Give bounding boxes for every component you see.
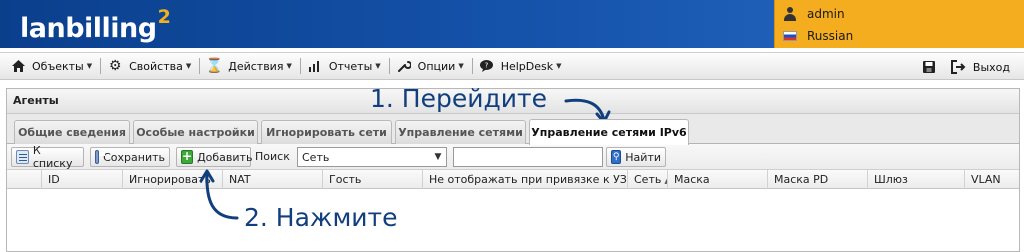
column-mask-pd[interactable]: Маска PD [767,170,867,189]
chevron-down-icon: ▼ [375,62,381,70]
language-label[interactable]: Russian [807,29,853,43]
find-label: Найти [625,150,661,164]
list-icon [16,150,29,164]
app-logo: lanbilling2 [20,6,171,44]
chat-bubble-icon: ? [479,58,495,74]
menu-separator [299,58,301,74]
column-network[interactable]: Сеть▲ [627,170,667,189]
column-network-label: Сеть [634,173,662,186]
search-field-value: Сеть [302,150,330,164]
user-icon [783,7,797,21]
logo-version: 2 [157,6,171,28]
menu-objects-label: Объекты [32,59,84,73]
tab-special-settings[interactable]: Особые настройки [133,120,258,144]
column-gateway[interactable]: Шлюз [867,170,964,189]
annotation-step2: 2. Нажмите [244,203,398,232]
search-icon: ⚲ [611,150,622,164]
plus-icon: + [181,149,194,164]
back-to-list-button[interactable]: К списку [11,144,84,170]
column-guest[interactable]: Гость [322,170,422,189]
main-menu: Объекты ▼ ⚙ Свойства ▼ ⌛ Действия ▼ Отчеты ▼… [0,52,1024,80]
grid-body [7,189,1019,249]
user-panel: admin Russian [774,0,1024,48]
menu-objects[interactable]: Объекты ▼ [8,55,96,77]
column-hide-on-bind[interactable]: Не отображать при привязке к УЗ [422,170,627,189]
grid-toolbar: К списку Сохранить + Добавить Поиск Сеть… [7,144,1019,170]
back-to-list-label: К списку [32,144,73,170]
chevron-down-icon: ▼ [286,62,292,70]
gear-icon: ⚙ [108,58,122,74]
bar-chart-icon [307,58,323,74]
add-button[interactable]: + Добавить [176,147,253,167]
menu-helpdesk[interactable]: ? HelpDesk ▼ [477,55,566,77]
logo-text: lanbilling [20,13,157,44]
save-button[interactable]: Сохранить [90,147,170,167]
save-disk-icon[interactable] [921,59,937,75]
user-name[interactable]: admin [807,7,845,21]
menu-options-label: Опции [417,59,456,73]
chevron-down-icon[interactable]: ▼ [430,148,446,166]
tab-ignore-networks[interactable]: Игнорировать сети [261,120,392,144]
menu-actions-label: Действия [228,59,284,73]
menu-reports[interactable]: Отчеты ▼ [305,55,385,77]
menu-separator [471,58,473,74]
language-selector[interactable]: Russian [783,27,853,45]
menu-separator [199,58,201,74]
user-account[interactable]: admin [783,5,845,23]
tab-network-management-ipv6[interactable]: Управление сетями IPv6 [529,119,689,145]
menu-right-group: Выход [921,56,1010,78]
logout-icon [951,59,967,75]
svg-text:?: ? [485,62,489,70]
grid-header: ID Игнорировать NAT Гость Не отображать … [7,170,1019,189]
wrench-icon [396,58,412,74]
column-mask[interactable]: Маска [667,170,767,189]
menu-reports-label: Отчеты [328,59,373,73]
tab-strip: Общие сведения Особые настройки Игнориро… [7,114,1019,145]
chevron-down-icon: ▼ [458,62,464,70]
menu-separator [100,58,102,74]
hourglass-icon: ⌛ [205,58,223,74]
menu-separator [388,58,390,74]
house-icon [10,58,26,74]
menu-helpdesk-label: HelpDesk [500,59,554,73]
find-button[interactable]: ⚲ Найти [606,147,666,167]
annotation-step1: 1. Перейдите [370,84,547,113]
app-header: lanbilling2 admin Russian [0,0,1024,48]
column-ignore[interactable]: Игнорировать [122,170,222,189]
search-field-select[interactable]: Сеть ▼ [297,147,447,167]
logout-label: Выход [972,60,1010,74]
logout-button[interactable]: Выход [951,56,1010,78]
search-input[interactable] [453,147,603,167]
save-icon [95,150,106,164]
chevron-down-icon: ▼ [86,62,93,70]
save-label: Сохранить [103,150,165,164]
menu-properties-label: Свойства [129,59,183,73]
search-label: Поиск [255,150,290,163]
tab-network-management[interactable]: Управление сетями [395,120,526,144]
chevron-down-icon: ▼ [556,62,562,70]
russia-flag-icon [783,31,797,41]
column-select[interactable] [7,170,41,189]
menu-properties[interactable]: ⚙ Свойства ▼ [105,55,195,77]
tab-general[interactable]: Общие сведения [14,120,130,144]
column-id[interactable]: ID [41,170,122,189]
column-vlan[interactable]: VLAN [964,170,1019,189]
column-nat[interactable]: NAT [222,170,322,189]
menu-actions[interactable]: ⌛ Действия ▼ [204,55,296,77]
menu-options[interactable]: Опции ▼ [394,55,468,77]
chevron-down-icon: ▼ [185,62,192,70]
add-label: Добавить [197,150,253,164]
